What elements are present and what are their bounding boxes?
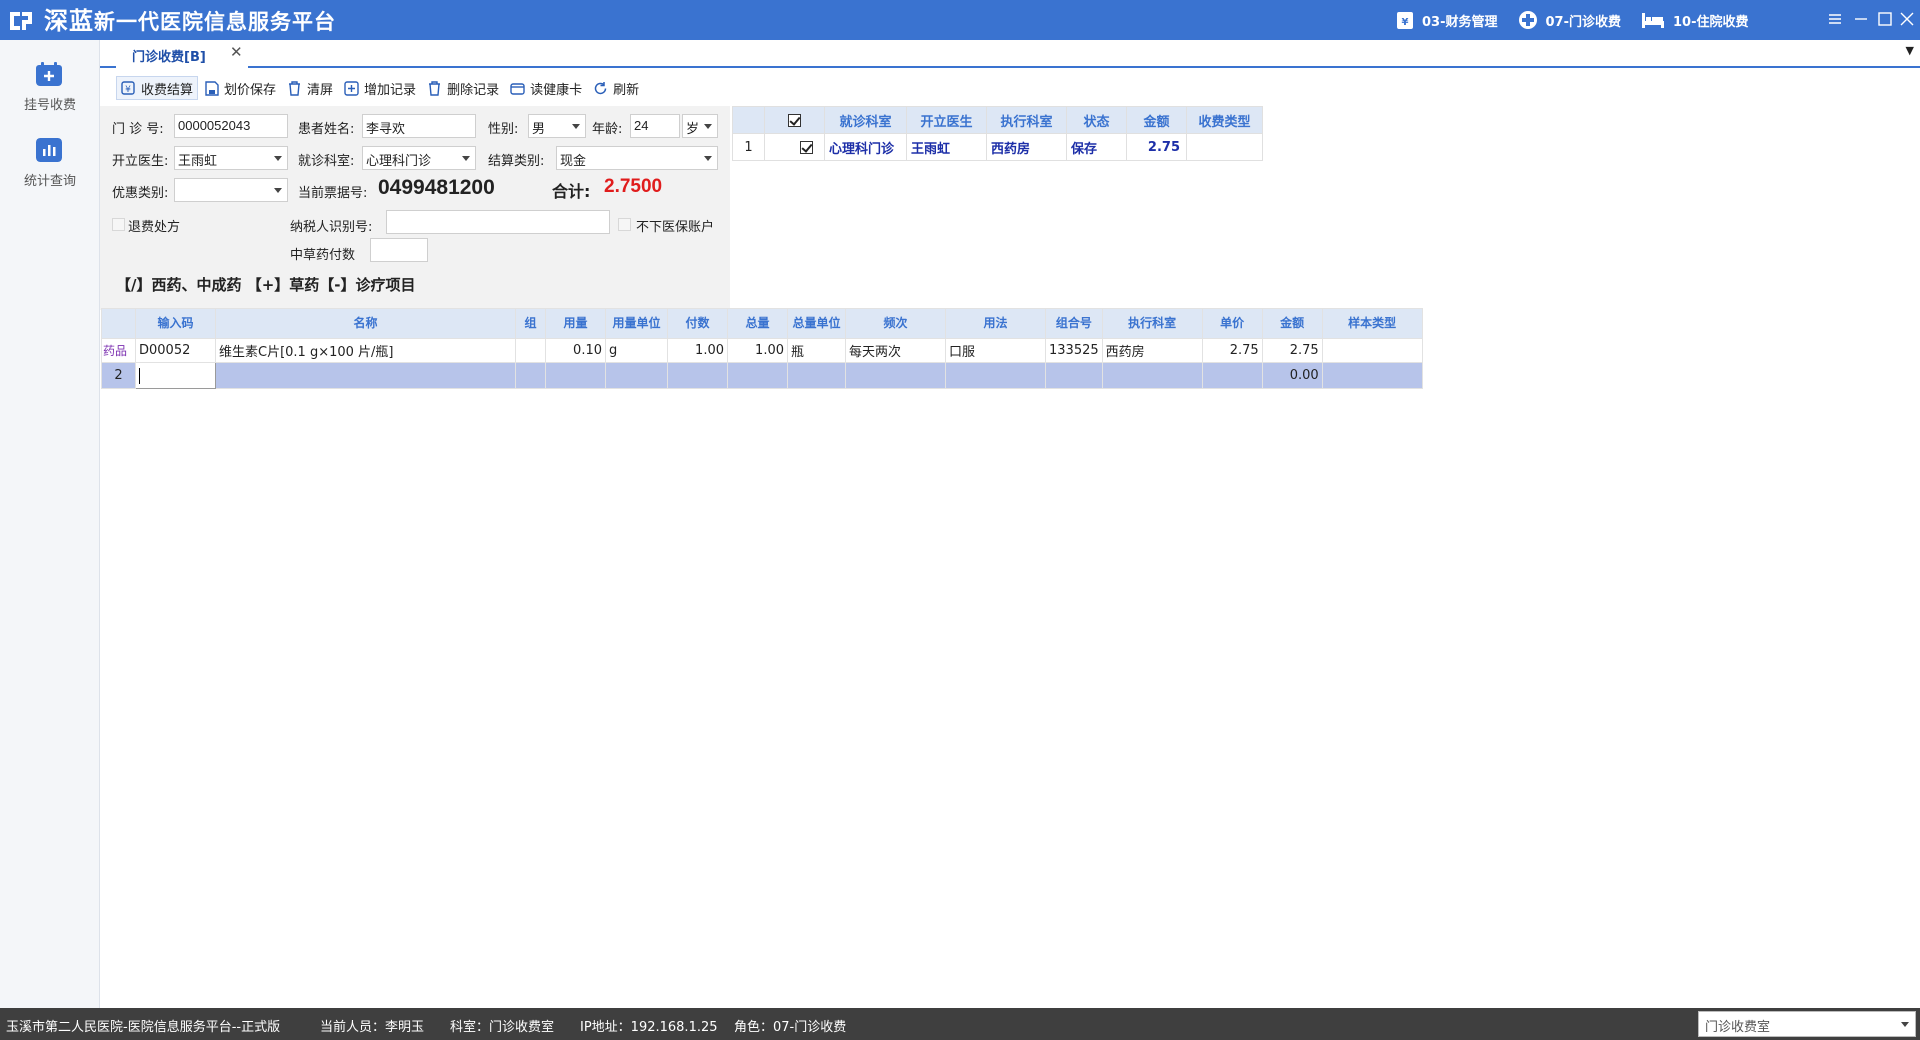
- total-amount: 2.7500: [604, 176, 663, 197]
- save-price-button[interactable]: 划价保存: [199, 76, 281, 100]
- item-type-tag: 药品: [101, 338, 136, 363]
- module-outpatient[interactable]: 07-门诊收费: [1518, 10, 1621, 30]
- title-bar: 深蓝新一代医院信息服务平台 ¥ 03-财务管理 07-门诊收费 10-住院收费: [0, 0, 1920, 40]
- register-calendar-icon: [36, 62, 62, 86]
- svg-text:¥: ¥: [1402, 17, 1409, 28]
- input-mode-hint: 【/】西药、中成药 【+】草药【-】诊疗项目: [116, 276, 416, 294]
- herbal-count-label: 中草药付数: [290, 248, 356, 263]
- status-user: 当前人员：李明玉: [320, 1020, 425, 1035]
- card-icon: [510, 82, 525, 95]
- age-input[interactable]: 24: [630, 114, 680, 138]
- refresh-icon: [594, 81, 607, 94]
- settle-type-select[interactable]: 现金: [556, 146, 718, 170]
- sidebar-item-statistics[interactable]: 统计查询: [0, 134, 100, 198]
- discount-select[interactable]: [174, 178, 288, 202]
- room-select[interactable]: 门诊收费室: [1698, 1011, 1916, 1037]
- status-ip: IP地址：192.168.1.25: [580, 1020, 718, 1035]
- settle-type-label: 结算类别:: [488, 154, 545, 169]
- doctor-label: 开立医生:: [112, 154, 169, 169]
- ticket-label: 当前票据号:: [298, 186, 368, 201]
- prescription-summary-grid: 就诊科室 开立医生 执行科室 状态 金额 收费类型 1 心理科门诊 王雨虹 西药…: [732, 106, 1263, 161]
- status-dept: 科室：门诊收费室: [450, 1020, 555, 1035]
- patient-form: 门 诊 号: 0000052043 患者姓名: 李寻欢 性别: 男 年龄: 24…: [100, 106, 730, 310]
- summary-header-row: 就诊科室 开立医生 执行科室 状态 金额 收费类型: [732, 106, 1263, 134]
- menu-icon[interactable]: [1826, 10, 1844, 28]
- no-insurance-label: 不下医保账户: [636, 220, 715, 235]
- patient-name-label: 患者姓名:: [298, 122, 355, 137]
- dept-label: 就诊科室:: [298, 154, 355, 169]
- table-row[interactable]: 1 心理科门诊 王雨虹 西药房 保存 2.75: [732, 133, 1263, 161]
- tab-outpatient-charge[interactable]: 门诊收费[B] ✕: [116, 42, 248, 68]
- clinic-no-input[interactable]: 0000052043: [174, 114, 288, 138]
- doctor-select[interactable]: 王雨虹: [174, 146, 288, 170]
- bar-chart-icon: [36, 138, 62, 162]
- no-insurance-checkbox[interactable]: [618, 218, 631, 231]
- module-inpatient[interactable]: 10-住院收费: [1641, 11, 1749, 30]
- clear-button[interactable]: 清屏: [282, 76, 338, 100]
- gender-label: 性别:: [488, 122, 519, 137]
- tab-strip: 门诊收费[B] ✕ ▼: [100, 40, 1920, 68]
- status-role: 角色：07-门诊收费: [734, 1020, 847, 1035]
- refund-label: 退费处方: [128, 220, 181, 235]
- medical-cross-icon: [1518, 11, 1537, 29]
- code-input-cell[interactable]: [135, 362, 216, 389]
- row-checkbox[interactable]: [800, 140, 813, 154]
- trash-icon: [429, 80, 441, 96]
- taxpayer-input[interactable]: [386, 210, 610, 234]
- close-icon[interactable]: [1898, 10, 1916, 28]
- settle-button[interactable]: ¥ 收费结算: [116, 76, 199, 100]
- add-record-button[interactable]: 增加记录: [339, 76, 421, 100]
- header-select-all[interactable]: [764, 106, 825, 134]
- detail-header-row: 输入码 名称 组 用量 用量单位 付数 总量 总量单位 频次 用法 组合号 执行…: [101, 308, 1423, 339]
- minimize-icon[interactable]: [1852, 10, 1870, 28]
- tab-menu-icon[interactable]: ▼: [1906, 44, 1914, 57]
- left-sidebar: 挂号收费 统计查询: [0, 40, 100, 1008]
- app-title: 深蓝新一代医院信息服务平台: [44, 7, 336, 35]
- app-logo-icon: [10, 12, 32, 30]
- svg-text:¥: ¥: [125, 85, 131, 95]
- finance-icon: ¥: [1397, 12, 1413, 29]
- trash-icon: [289, 80, 301, 96]
- tab-close-icon[interactable]: ✕: [230, 43, 243, 61]
- delete-record-button[interactable]: 删除记录: [422, 76, 504, 100]
- select-all-checkbox[interactable]: [788, 113, 801, 127]
- header-rownum: [732, 106, 765, 134]
- read-card-button[interactable]: 读健康卡: [505, 76, 587, 100]
- taxpayer-label: 纳税人识别号:: [290, 220, 373, 235]
- table-row[interactable]: 药品 D00052 维生素C片[0.1 g×100 片/瓶] 0.10 g 1.…: [101, 338, 1423, 363]
- table-row[interactable]: 2 0.00: [101, 362, 1423, 389]
- module-switcher: ¥ 03-财务管理 07-门诊收费 10-住院收费: [1396, 8, 1769, 32]
- discount-label: 优惠类别:: [112, 186, 169, 201]
- prescription-detail-grid: 输入码 名称 组 用量 用量单位 付数 总量 总量单位 频次 用法 组合号 执行…: [101, 308, 1423, 389]
- toolbar: ¥ 收费结算 划价保存 清屏 增加记录 删除记录 读健康卡 刷新: [116, 76, 645, 100]
- gender-select[interactable]: 男: [528, 114, 586, 138]
- sidebar-item-register[interactable]: 挂号收费: [0, 58, 100, 122]
- age-unit-select[interactable]: 岁: [682, 114, 718, 138]
- refresh-button[interactable]: 刷新: [588, 76, 644, 100]
- dept-select[interactable]: 心理科门诊: [362, 146, 476, 170]
- add-icon: [344, 80, 359, 96]
- clinic-no-label: 门 诊 号:: [112, 122, 164, 137]
- module-finance[interactable]: ¥ 03-财务管理: [1396, 10, 1498, 30]
- status-bar: 玉溪市第二人民医院-医院信息服务平台--正式版 当前人员：李明玉 科室：门诊收费…: [0, 1008, 1920, 1040]
- refund-checkbox[interactable]: [112, 218, 125, 231]
- total-label: 合计:: [552, 182, 591, 201]
- herbal-count-input[interactable]: [370, 238, 428, 262]
- maximize-icon[interactable]: [1876, 10, 1894, 28]
- settle-icon: ¥: [121, 80, 135, 95]
- bed-icon: [1642, 13, 1664, 28]
- status-hospital: 玉溪市第二人民医院-医院信息服务平台--正式版: [6, 1020, 281, 1035]
- patient-name-input[interactable]: 李寻欢: [362, 114, 476, 138]
- save-icon: [205, 80, 219, 96]
- ticket-number: 0499481200: [378, 176, 495, 199]
- age-label: 年龄:: [592, 122, 623, 137]
